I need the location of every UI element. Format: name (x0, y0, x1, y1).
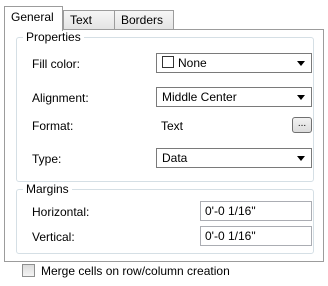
horizontal-margin-field[interactable] (200, 201, 312, 221)
alignment-dropdown[interactable]: Middle Center (156, 87, 312, 107)
horizontal-margin-input[interactable] (201, 202, 311, 220)
margins-group-title: Margins (26, 182, 69, 196)
properties-group-title: Properties (26, 30, 81, 44)
dropdown-arrow-icon (297, 156, 305, 161)
tab-borders[interactable]: Borders (114, 10, 174, 29)
alignment-label: Alignment: (32, 91, 89, 105)
merge-cells-label[interactable]: Merge cells on row/column creation (41, 264, 230, 278)
tab-general[interactable]: General (4, 6, 63, 31)
format-label: Format: (32, 119, 74, 133)
merge-cells-checkbox[interactable] (22, 264, 35, 277)
dropdown-arrow-icon (297, 61, 305, 66)
vertical-margin-field[interactable] (200, 226, 312, 246)
fill-color-label: Fill color: (32, 57, 81, 71)
fill-color-value-wrap: None (162, 56, 207, 70)
type-label: Type: (32, 152, 62, 166)
dropdown-arrow-icon (297, 95, 305, 100)
horizontal-margin-label: Horizontal: (32, 205, 90, 219)
type-value: Data (162, 151, 188, 165)
format-value: Text (161, 119, 184, 133)
vertical-margin-input[interactable] (201, 227, 311, 245)
vertical-margin-label: Vertical: (32, 230, 75, 244)
type-dropdown[interactable]: Data (156, 148, 312, 168)
fill-color-value: None (178, 56, 207, 70)
tab-text[interactable]: Text (63, 10, 115, 29)
format-ellipsis-button[interactable]: ... (292, 117, 312, 133)
fill-color-dropdown[interactable]: None (156, 53, 312, 73)
color-swatch-icon (162, 56, 174, 68)
alignment-value: Middle Center (162, 90, 237, 104)
